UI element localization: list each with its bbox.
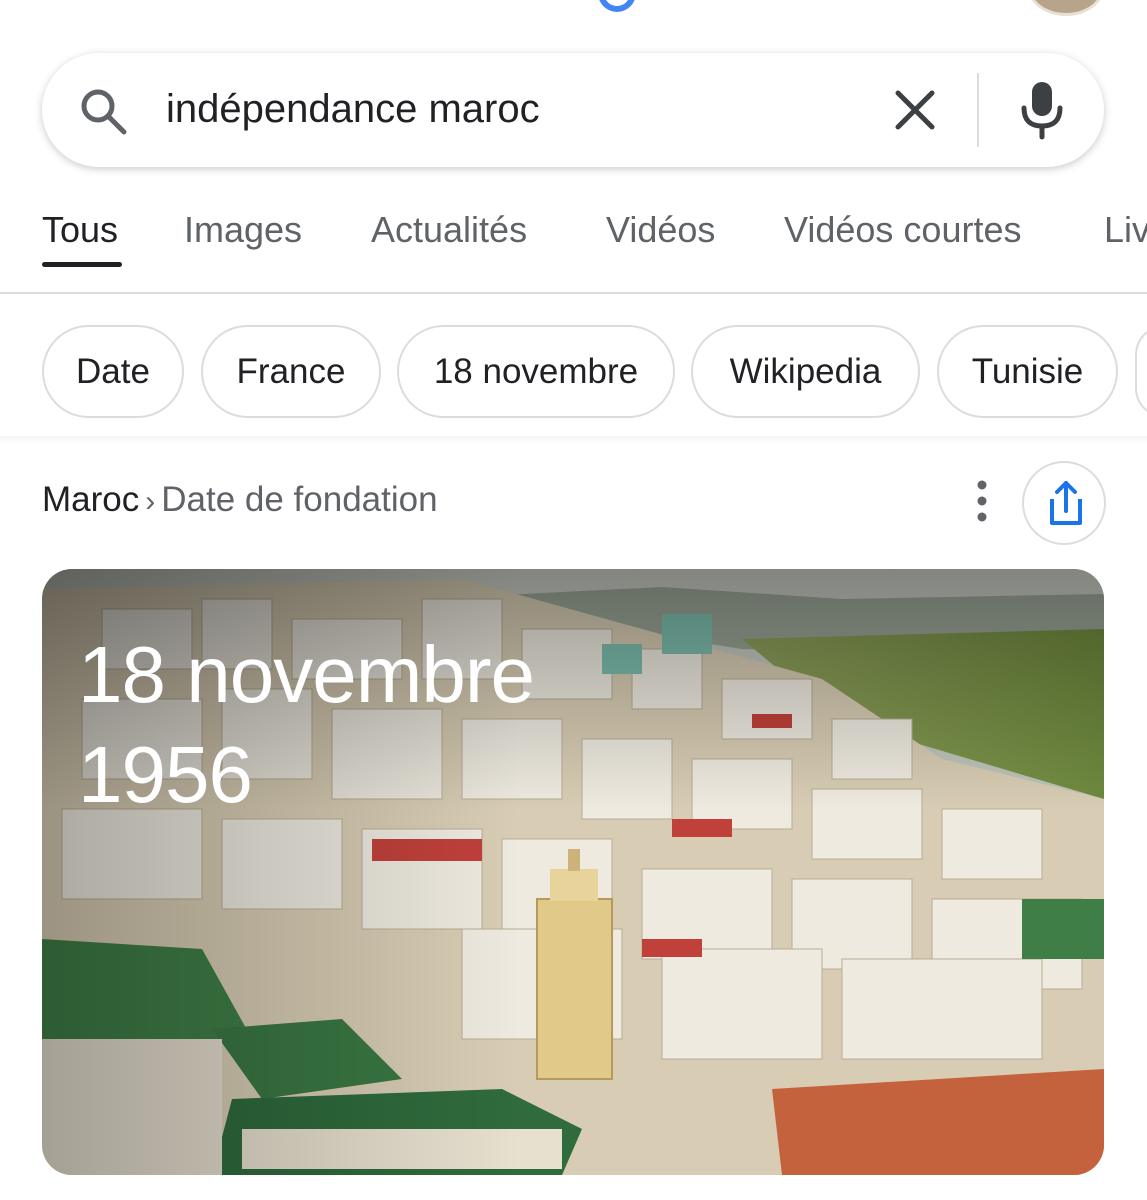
breadcrumb-entity[interactable]: Maroc [42,480,139,519]
tab-live[interactable]: Liv [1104,208,1147,252]
share-button[interactable] [1022,461,1106,545]
tab-news[interactable]: Actualités [371,208,527,252]
search-divider [977,73,979,147]
chip-partial[interactable] [1135,325,1147,418]
chip-france[interactable]: France [201,325,381,418]
avatar[interactable] [1028,0,1104,16]
section-divider [0,436,1147,444]
share-icon [1050,481,1082,525]
tabs-divider [0,292,1147,294]
close-icon[interactable] [890,85,940,135]
active-tab-indicator [42,262,122,267]
breadcrumb-attribute: Date de fondation [161,480,438,519]
answer-date: 18 novembre 1956 [78,625,778,825]
chip-wikipedia[interactable]: Wikipedia [691,325,920,418]
chip-tunisie[interactable]: Tunisie [937,325,1118,418]
chip-date[interactable]: Date [42,325,184,418]
tab-short-videos[interactable]: Vidéos courtes [784,208,1021,252]
microphone-icon[interactable] [1016,80,1068,140]
google-logo-fragment [598,0,636,12]
search-input[interactable]: indépendance maroc [166,84,846,134]
search-icon[interactable] [78,86,128,136]
breadcrumb[interactable]: Maroc › Date de fondation [42,478,438,522]
answer-line-1: 18 novembre [78,630,535,719]
chip-18-novembre[interactable]: 18 novembre [397,325,675,418]
tab-videos[interactable]: Vidéos [606,208,715,252]
answer-card[interactable]: 18 novembre 1956 [42,569,1104,1175]
tab-all[interactable]: Tous [42,208,118,252]
top-bar [0,0,1147,20]
tab-images[interactable]: Images [184,208,302,252]
search-tabs: Tous Images Actualités Vidéos Vidéos cou… [0,200,1147,296]
breadcrumb-separator: › [145,485,156,518]
more-vert-icon[interactable] [966,478,998,524]
answer-line-2: 1956 [78,730,253,819]
